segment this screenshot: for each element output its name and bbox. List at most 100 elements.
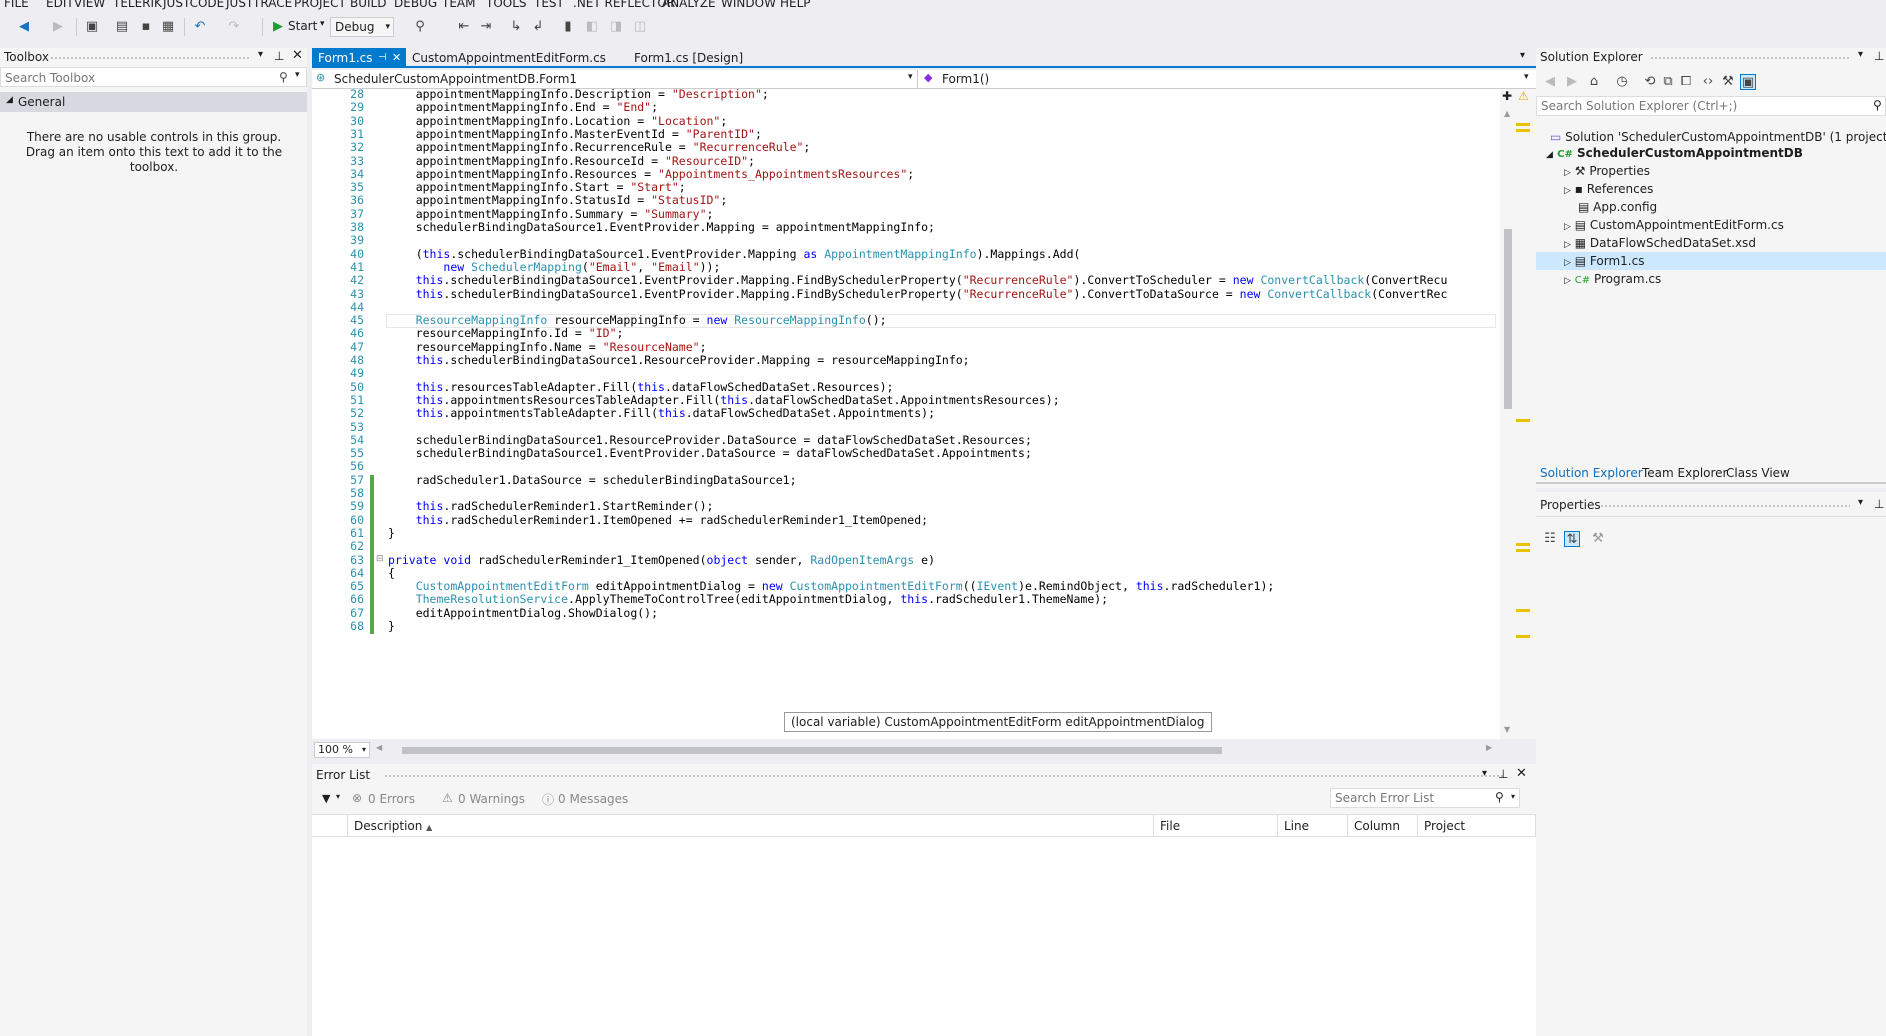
next-bookmark-icon[interactable]: ◨ (608, 19, 624, 35)
vertical-scrollbar[interactable]: ✚ ⚠ ▲ ▼ (1500, 89, 1536, 739)
new-project-icon[interactable]: ▣ (84, 19, 100, 35)
menu-debug[interactable]: DEBUG (394, 0, 437, 10)
code-line[interactable]: this.appointmentsResourcesTableAdapter.F… (388, 393, 1060, 407)
code-line[interactable]: appointmentMappingInfo.End = "End"; (388, 100, 658, 114)
menu-justtrace[interactable]: JUSTTRACE (226, 0, 292, 10)
history-icon[interactable]: ◷ (1614, 74, 1630, 90)
code-line[interactable]: appointmentMappingInfo.Resources = "Appo… (388, 167, 915, 181)
start-button[interactable]: Start (288, 19, 317, 33)
menu-help[interactable]: HELP (780, 0, 811, 10)
dropdown-icon[interactable]: ▾ (1858, 497, 1863, 508)
tab-team-explorer[interactable]: Team Explorer (1642, 466, 1728, 480)
code-line[interactable]: new SchedulerMapping("Email", "Email")); (388, 260, 720, 274)
save-icon[interactable]: ▪ (138, 19, 154, 35)
zoom-combo[interactable]: 100 % ▾ (314, 742, 370, 758)
tab-solution-explorer[interactable]: Solution Explorer (1540, 466, 1643, 480)
code-line[interactable]: this.appointmentsTableAdapter.Fill(this.… (388, 406, 935, 420)
code-line[interactable]: this.schedulerBindingDataSource1.Resourc… (388, 353, 970, 367)
code-line[interactable]: appointmentMappingInfo.Description = "De… (388, 89, 769, 101)
categorized-icon[interactable]: ☷ (1542, 531, 1558, 547)
code-line[interactable]: editAppointmentDialog.ShowDialog(); (388, 606, 658, 620)
code-line[interactable]: this.radSchedulerReminder1.ItemOpened +=… (388, 513, 928, 527)
code-line[interactable]: appointmentMappingInfo.MasterEventId = "… (388, 127, 762, 141)
column-file[interactable]: File (1154, 815, 1278, 837)
code-line[interactable]: radScheduler1.DataSource = schedulerBind… (388, 473, 797, 487)
uncomment-icon[interactable]: ↲ (530, 19, 546, 35)
dropdown-icon[interactable]: ▾ (258, 49, 263, 60)
column-project[interactable]: Project (1418, 815, 1536, 837)
tab-class-view[interactable]: Class View (1726, 466, 1790, 480)
code-line[interactable]: (this.schedulerBindingDataSource1.EventP… (388, 247, 1081, 261)
find-icon[interactable]: ⚲ (412, 19, 428, 35)
menu-build[interactable]: BUILD (350, 0, 386, 10)
menu-project[interactable]: PROJECT (294, 0, 346, 10)
tree-solution[interactable]: ▭ Solution 'SchedulerCustomAppointmentDB… (1550, 130, 1886, 144)
tab-form1-design[interactable]: Form1.cs [Design] (628, 48, 749, 68)
pin-icon[interactable]: ⊥ (1498, 767, 1508, 781)
tab-form1-cs[interactable]: Form1.cs ⊣ ✕ (312, 48, 406, 68)
code-editor[interactable]: ⊟ 28 appointmentMappingInfo.Description =… (312, 89, 1500, 739)
code-line[interactable]: this.radSchedulerReminder1.StartReminder… (388, 499, 714, 513)
alphabetical-icon[interactable]: ⇅ (1564, 531, 1580, 547)
messages-filter-button[interactable]: 0 Messages (558, 792, 628, 806)
pin-icon[interactable]: ⊣ (378, 48, 387, 68)
collapse-all-icon[interactable]: ⧉ (1660, 74, 1676, 90)
code-line[interactable]: ThemeResolutionService.ApplyThemeToContr… (388, 592, 1108, 606)
code-line[interactable]: CustomAppointmentEditForm editAppointmen… (388, 579, 1275, 593)
toolbox-search[interactable]: Search Toolbox ⚲ ▾ (0, 67, 307, 87)
toolbox-group-general[interactable]: ◢ General (0, 92, 307, 112)
solution-search[interactable]: Search Solution Explorer (Ctrl+;) ⚲ (1536, 96, 1886, 116)
filter-icon[interactable]: ▼ (322, 792, 330, 805)
show-all-files-icon[interactable]: ⧠ (1678, 74, 1694, 90)
code-line[interactable]: this.schedulerBindingDataSource1.EventPr… (388, 287, 1448, 301)
warnings-filter-button[interactable]: 0 Warnings (458, 792, 525, 806)
member-combo[interactable]: ◆ Form1() ▾ (920, 70, 1536, 88)
tab-overflow-icon[interactable]: ▾ (1520, 50, 1525, 61)
menu-telerik[interactable]: TELERIK (113, 0, 162, 10)
sync-icon[interactable]: ⟲ (1642, 74, 1658, 90)
menu-test[interactable]: TEST (534, 0, 564, 10)
code-line[interactable]: appointmentMappingInfo.Summary = "Summar… (388, 207, 714, 221)
bookmark-icon[interactable]: ▮ (560, 19, 576, 35)
column-line[interactable]: Line (1278, 815, 1348, 837)
tree-program-cs[interactable]: ▷ C# Program.cs (1564, 272, 1661, 286)
close-icon[interactable]: ✕ (392, 48, 401, 68)
code-line[interactable]: appointmentMappingInfo.Start = "Start"; (388, 180, 686, 194)
back-icon[interactable]: ◀ (1542, 74, 1558, 90)
menu-tools[interactable]: TOOLS (486, 0, 527, 10)
close-icon[interactable]: ✕ (1516, 766, 1527, 781)
dropdown-icon[interactable]: ▾ (1482, 768, 1487, 779)
column-description[interactable]: Description ▲ (348, 815, 1154, 837)
column-column[interactable]: Column (1348, 815, 1418, 837)
back-icon[interactable]: ◀ (16, 19, 32, 35)
clear-bookmark-icon[interactable]: ◫ (632, 19, 648, 35)
tree-project[interactable]: ◢ C# SchedulerCustomAppointmentDB (1546, 146, 1803, 160)
open-icon[interactable]: ▤ (114, 19, 130, 35)
code-line[interactable]: this.resourcesTableAdapter.Fill(this.dat… (388, 380, 894, 394)
horizontal-scroll-thumb[interactable] (402, 747, 1222, 754)
menu-netreflector[interactable]: .NET REFLECTOR (573, 0, 675, 10)
forward-icon[interactable]: ▶ (1564, 74, 1580, 90)
save-all-icon[interactable]: ▦ (160, 19, 176, 35)
undo-icon[interactable]: ↶ (192, 19, 208, 35)
config-combo[interactable]: Debug ▾ (330, 17, 394, 37)
prev-bookmark-icon[interactable]: ◧ (584, 19, 600, 35)
code-line[interactable]: resourceMappingInfo.Id = "ID"; (388, 326, 624, 340)
property-pages-icon[interactable]: ⚒ (1590, 531, 1606, 547)
code-line[interactable]: appointmentMappingInfo.StatusId = "Statu… (388, 193, 728, 207)
code-line[interactable]: appointmentMappingInfo.Location = "Locat… (388, 114, 728, 128)
errors-filter-button[interactable]: 0 Errors (368, 792, 415, 806)
tree-properties[interactable]: ▷ ⚒ Properties (1564, 164, 1650, 178)
code-line[interactable]: } (388, 619, 395, 633)
preview-icon[interactable]: ▣ (1740, 74, 1756, 90)
code-line[interactable]: ResourceMappingInfo resourceMappingInfo … (388, 313, 887, 327)
pin-icon[interactable]: ⊥ (1874, 497, 1884, 511)
menu-edit[interactable]: EDIT (46, 0, 74, 10)
code-line[interactable]: { (388, 566, 395, 580)
tree-form1-cs[interactable]: ▷ ▤ Form1.cs (1536, 252, 1886, 270)
comment-icon[interactable]: ↳ (508, 19, 524, 35)
start-icon[interactable]: ▶ (270, 19, 286, 35)
split-icon[interactable]: ✚ (1502, 89, 1512, 103)
code-line[interactable]: this.schedulerBindingDataSource1.EventPr… (388, 273, 1448, 287)
collapse-region-icon[interactable]: ⊟ (376, 554, 384, 564)
